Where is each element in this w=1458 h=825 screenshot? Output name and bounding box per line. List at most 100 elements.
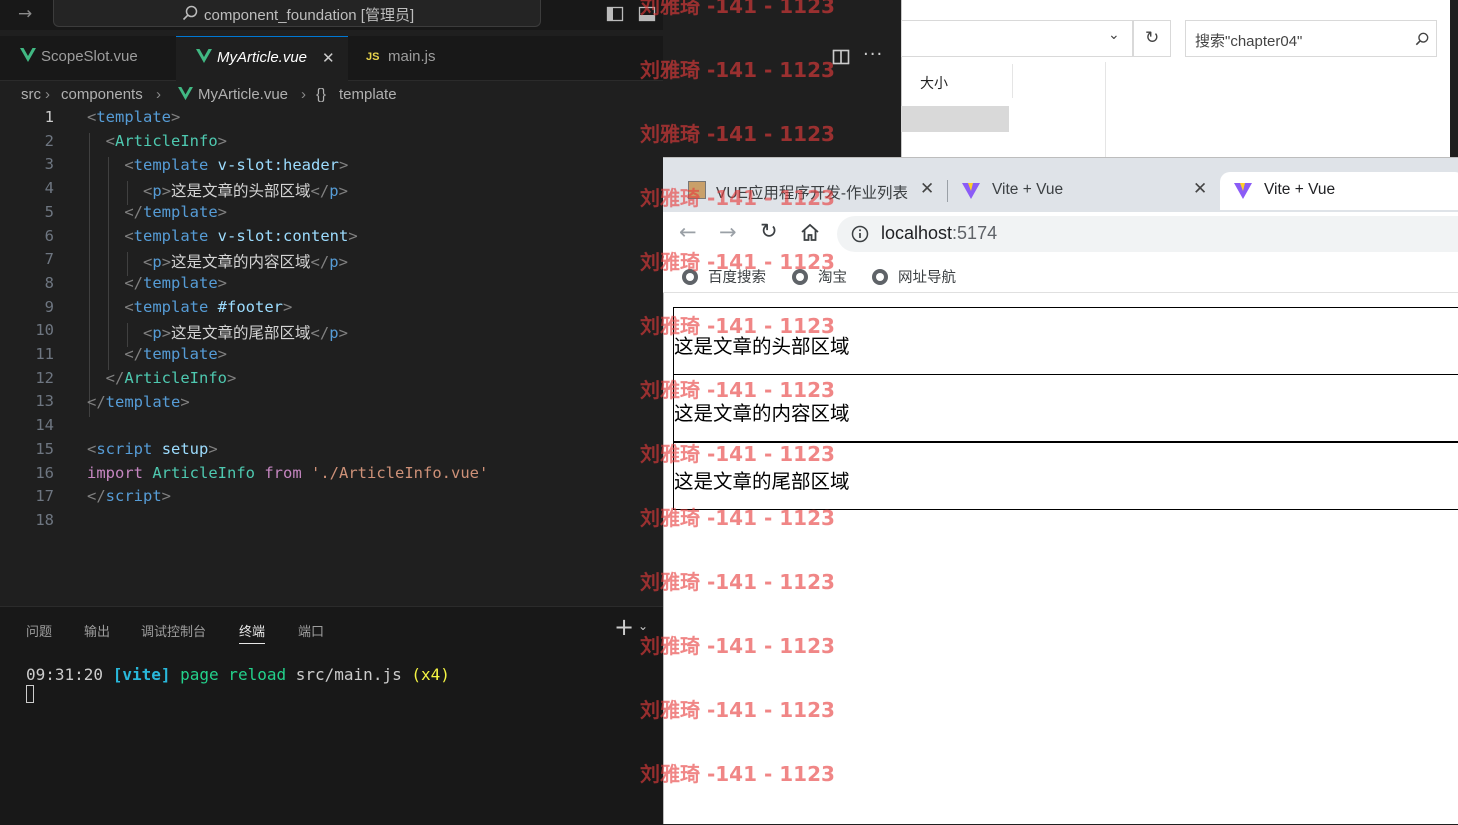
url-text: localhost:5174 — [881, 223, 997, 244]
more-actions-icon[interactable]: ··· — [863, 44, 883, 65]
line-number: 12 — [35, 368, 54, 387]
home-icon[interactable] — [800, 223, 820, 242]
code-line: </ArticleInfo> — [105, 369, 237, 387]
code-line: </template> — [87, 393, 190, 411]
breadcrumb-item[interactable]: template — [339, 86, 397, 103]
code-line: <template v-slot:content> — [124, 227, 358, 245]
code-line: <template> — [87, 108, 181, 126]
terminal-message: page reload — [180, 665, 287, 684]
watermark: 刘雅琦 -141 - 1123 — [640, 570, 835, 594]
vue-file-icon — [178, 87, 193, 101]
command-center-label: component_foundation [管理员] — [204, 7, 415, 24]
divider — [1105, 62, 1106, 160]
line-number: 16 — [35, 463, 54, 482]
terminal-file: src/main.js — [295, 665, 402, 684]
line-number: 3 — [44, 155, 54, 174]
vue-file-icon — [196, 49, 212, 63]
breadcrumb-item[interactable]: MyArticle.vue — [198, 86, 288, 103]
code-line: </template> — [124, 274, 227, 292]
watermark: 刘雅琦 -141 - 1123 — [640, 506, 835, 530]
code-line: </template> — [124, 345, 227, 363]
tab-scopeslot[interactable]: ScopeSlot.vue — [0, 36, 176, 79]
tab-label: MyArticle.vue — [217, 49, 308, 66]
search-placeholder: 搜索"chapter04" — [1195, 33, 1303, 50]
url-port: :5174 — [952, 223, 998, 243]
tab-main-js[interactable]: JS main.js — [348, 36, 498, 79]
line-number: 18 — [35, 510, 54, 529]
bookmark-label: 网址导航 — [898, 270, 956, 286]
forward-arrow-icon[interactable]: → — [18, 4, 32, 24]
watermark: 刘雅琦 -141 - 1123 — [640, 0, 835, 18]
terminal-tag: [vite] — [112, 665, 171, 684]
back-icon[interactable]: ← — [679, 220, 697, 244]
site-info-icon[interactable] — [851, 225, 869, 243]
reload-icon[interactable]: ↻ — [760, 219, 778, 243]
close-icon[interactable]: ✕ — [322, 49, 335, 67]
code-line: <template v-slot:header> — [124, 156, 349, 174]
breadcrumb-item[interactable]: src — [21, 86, 41, 103]
column-label: 大小 — [920, 76, 948, 92]
close-icon[interactable]: ✕ — [1193, 179, 1207, 199]
browser-tab[interactable]: Vite + Vue ✕ — [952, 172, 1218, 210]
breadcrumb-item[interactable]: components — [61, 86, 143, 103]
selected-row[interactable] — [901, 106, 1009, 132]
code-line: import ArticleInfo from './ArticleInfo.v… — [87, 464, 489, 482]
line-number: 5 — [44, 202, 54, 221]
toggle-sidebar-icon[interactable] — [606, 5, 624, 23]
forward-icon[interactable]: → — [719, 220, 737, 244]
url-host: localhost — [881, 223, 953, 243]
watermark: 刘雅琦 -141 - 1123 — [640, 762, 835, 786]
new-terminal-icon[interactable]: + — [614, 613, 634, 641]
line-number: 6 — [44, 226, 54, 245]
chevron-right-icon: › — [156, 86, 161, 103]
watermark: 刘雅琦 -141 - 1123 — [640, 314, 835, 338]
explorer-address-bar[interactable]: ⌄ — [901, 20, 1133, 57]
breadcrumb: src › components › MyArticle.vue › {} te… — [0, 84, 663, 106]
bottom-panel: 问题 输出 调试控制台 终端 端口 + ⌄ 09:31:20 [vite] pa… — [0, 606, 663, 825]
code-line: <ArticleInfo> — [105, 132, 228, 150]
code-line: <script setup> — [87, 440, 218, 458]
line-number: 11 — [35, 345, 54, 363]
section-text: 这是文章的尾部区域 — [674, 470, 850, 493]
vite-favicon-icon — [962, 183, 980, 199]
terminal-time: 09:31:20 — [26, 665, 104, 684]
line-number: 7 — [44, 250, 54, 269]
column-header-size[interactable]: 大小 — [912, 64, 1013, 98]
globe-icon — [872, 269, 888, 285]
code-editor[interactable]: 1 2 3 4 5 6 7 8 9 10 11 12 13 14 15 16 17 18 <template> <… — [0, 106, 663, 606]
braces-icon: {} — [316, 86, 327, 103]
refresh-button[interactable]: ↻ — [1133, 20, 1171, 57]
tab-title: Vite + Vue — [992, 181, 1064, 198]
line-number: 2 — [44, 131, 54, 150]
panel-tab-problems[interactable]: 问题 — [26, 621, 52, 640]
terminal-cursor — [26, 685, 34, 703]
title-bar: → component_foundation [管理员] — [0, 0, 663, 30]
panel-tab-debug-console[interactable]: 调试控制台 — [141, 621, 206, 640]
watermark: 刘雅琦 -141 - 1123 — [640, 442, 835, 466]
line-number: 9 — [44, 297, 54, 316]
watermark: 刘雅琦 -141 - 1123 — [640, 122, 835, 146]
watermark: 刘雅琦 -141 - 1123 — [640, 250, 835, 274]
watermark: 刘雅琦 -141 - 1123 — [640, 698, 835, 722]
vite-favicon-icon — [1234, 183, 1252, 199]
tab-separator — [947, 180, 948, 202]
panel-tab-output[interactable]: 输出 — [84, 621, 110, 640]
code-line: <template #footer> — [124, 298, 293, 316]
watermark: 刘雅琦 -141 - 1123 — [640, 378, 835, 402]
browser-tab-active[interactable]: Vite + Vue — [1220, 172, 1458, 210]
chevron-down-icon[interactable]: ⌄ — [1108, 27, 1120, 43]
tab-myarticle[interactable]: MyArticle.vue ✕ — [176, 36, 348, 81]
command-center[interactable]: component_foundation [管理员] — [53, 0, 541, 27]
line-number: 1 — [44, 108, 54, 126]
panel-tab-ports[interactable]: 端口 — [298, 621, 324, 640]
tab-label: main.js — [388, 48, 436, 65]
bookmark-nav[interactable]: 网址导航 — [872, 266, 956, 287]
explorer-search-input[interactable]: 搜索"chapter04" — [1185, 20, 1437, 57]
close-icon[interactable]: ✕ — [920, 179, 934, 199]
line-number: 14 — [35, 416, 54, 435]
line-number: 4 — [44, 179, 54, 198]
refresh-icon: ↻ — [1145, 28, 1160, 48]
panel-tab-terminal[interactable]: 终端 — [239, 621, 266, 644]
watermark: 刘雅琦 -141 - 1123 — [640, 186, 835, 210]
terminal-count: (x4) — [411, 665, 450, 684]
